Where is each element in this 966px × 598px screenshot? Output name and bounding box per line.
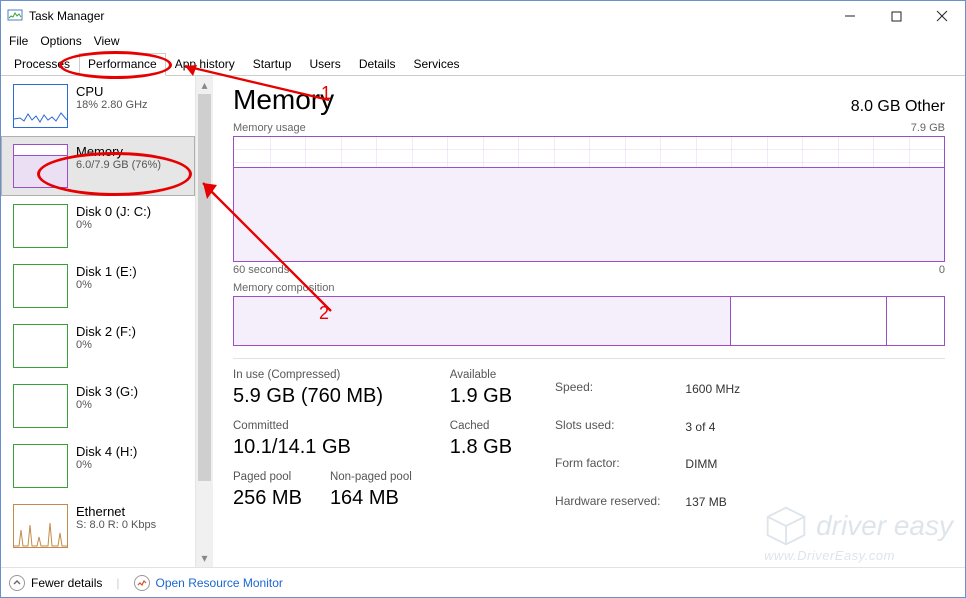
titlebar: Task Manager [1,1,965,31]
sidebar-item-label: Disk 1 (E:) [76,264,137,279]
separator: | [116,576,119,590]
inuse-value: 5.9 GB (760 MB) [233,385,412,408]
sidebar-item-label: Disk 2 (F:) [76,324,136,339]
sidebar-item-label: Ethernet [76,504,156,519]
usage-chart-max: 7.9 GB [911,122,945,134]
tab-processes[interactable]: Processes [5,53,79,76]
resource-monitor-label: Open Resource Monitor [156,576,283,590]
sidebar-item-label: Disk 4 (H:) [76,444,137,459]
sidebar-item-value: 0% [76,279,137,291]
open-resource-monitor-link[interactable]: Open Resource Monitor [134,575,283,591]
speed-value: 1600 MHz [684,371,741,407]
tab-services[interactable]: Services [405,53,469,76]
tab-app-history[interactable]: App history [166,53,244,76]
minimize-button[interactable] [827,1,873,31]
sidebar-item-value: 0% [76,459,137,471]
watermark: driver easy www.DriverEasy.com [764,504,953,563]
sidebar-item-value: 0% [76,399,138,411]
paged-label: Paged pool [233,471,302,483]
scroll-down-icon[interactable]: ▾ [196,549,213,567]
committed-value: 10.1/14.1 GB [233,436,412,459]
menu-view[interactable]: View [94,34,120,48]
tab-details[interactable]: Details [350,53,405,76]
nonpaged-value: 164 MB [330,487,412,510]
close-button[interactable] [919,1,965,31]
sidebar-item-value: 0% [76,219,151,231]
sidebar-item-value: 18% 2.80 GHz [76,99,148,111]
memory-meta-table: Speed:1600 MHz Slots used:3 of 4 Form fa… [552,369,743,522]
tabbar: Processes Performance App history Startu… [1,51,965,76]
inuse-label: In use (Compressed) [233,369,412,381]
sidebar-item-label: Memory [76,144,161,159]
form-value: DIMM [684,447,741,483]
scroll-thumb[interactable] [198,94,211,481]
bottombar: Fewer details | Open Resource Monitor [1,567,965,597]
tab-startup[interactable]: Startup [244,53,301,76]
fewer-details-button[interactable]: Fewer details [9,575,102,591]
committed-label: Committed [233,420,412,432]
sidebar-item-disk0[interactable]: Disk 0 (J: C:) 0% [1,196,195,256]
disk-mini-chart-icon [13,444,68,488]
slots-label: Slots used: [554,409,682,445]
chevron-up-icon [9,575,25,591]
sidebar-item-ethernet[interactable]: Ethernet S: 8.0 R: 0 Kbps [1,496,195,556]
memory-composition-chart [233,296,945,346]
available-label: Available [450,369,512,381]
sidebar-scrollbar[interactable]: ▴ ▾ [195,76,213,567]
memory-mini-chart-icon [13,144,68,188]
disk-mini-chart-icon [13,204,68,248]
memory-summary: 8.0 GB Other [851,98,945,116]
page-title: Memory [233,84,334,116]
paged-value: 256 MB [233,487,302,510]
fewer-details-label: Fewer details [31,576,102,590]
cached-value: 1.8 GB [450,436,512,459]
nonpaged-label: Non-paged pool [330,471,412,483]
divider [233,358,945,359]
sidebar-item-disk1[interactable]: Disk 1 (E:) 0% [1,256,195,316]
sidebar-item-memory[interactable]: Memory 6.0/7.9 GB (76%) [1,136,195,196]
usage-chart-label: Memory usage [233,122,306,134]
menubar: File Options View [1,31,965,51]
tab-performance[interactable]: Performance [79,53,166,76]
watermark-cube-icon [764,504,808,548]
watermark-brand: driver easy [816,510,953,542]
sidebar-item-value: 6.0/7.9 GB (76%) [76,159,161,171]
xaxis-right: 0 [939,264,945,276]
cached-label: Cached [450,420,512,432]
sidebar-item-label: Disk 3 (G:) [76,384,138,399]
sidebar: CPU 18% 2.80 GHz Memory 6.0/7.9 GB (76%)… [1,76,213,567]
reserved-label: Hardware reserved: [554,484,682,520]
menu-file[interactable]: File [9,34,28,48]
disk-mini-chart-icon [13,324,68,368]
sidebar-item-disk3[interactable]: Disk 3 (G:) 0% [1,376,195,436]
sidebar-item-disk4[interactable]: Disk 4 (H:) 0% [1,436,195,496]
app-icon [7,7,23,26]
sidebar-item-label: Disk 0 (J: C:) [76,204,151,219]
watermark-url: www.DriverEasy.com [764,548,953,563]
memory-usage-chart [233,136,945,262]
speed-label: Speed: [554,371,682,407]
cpu-mini-chart-icon [13,84,68,128]
maximize-button[interactable] [873,1,919,31]
sidebar-item-value: S: 8.0 R: 0 Kbps [76,519,156,531]
sidebar-item-cpu[interactable]: CPU 18% 2.80 GHz [1,76,195,136]
resource-monitor-icon [134,575,150,591]
disk-mini-chart-icon [13,384,68,428]
sidebar-item-value: 0% [76,339,136,351]
xaxis-left: 60 seconds [233,264,289,276]
sidebar-item-disk2[interactable]: Disk 2 (F:) 0% [1,316,195,376]
window-title: Task Manager [29,9,104,23]
slots-value: 3 of 4 [684,409,741,445]
available-value: 1.9 GB [450,385,512,408]
main-panel: Memory 8.0 GB Other Memory usage 7.9 GB … [213,76,965,567]
tab-users[interactable]: Users [300,53,349,76]
ethernet-mini-chart-icon [13,504,68,548]
composition-label: Memory composition [233,282,945,294]
menu-options[interactable]: Options [40,34,81,48]
reserved-value: 137 MB [684,484,741,520]
sidebar-item-label: CPU [76,84,148,99]
form-label: Form factor: [554,447,682,483]
scroll-up-icon[interactable]: ▴ [196,76,213,94]
disk-mini-chart-icon [13,264,68,308]
